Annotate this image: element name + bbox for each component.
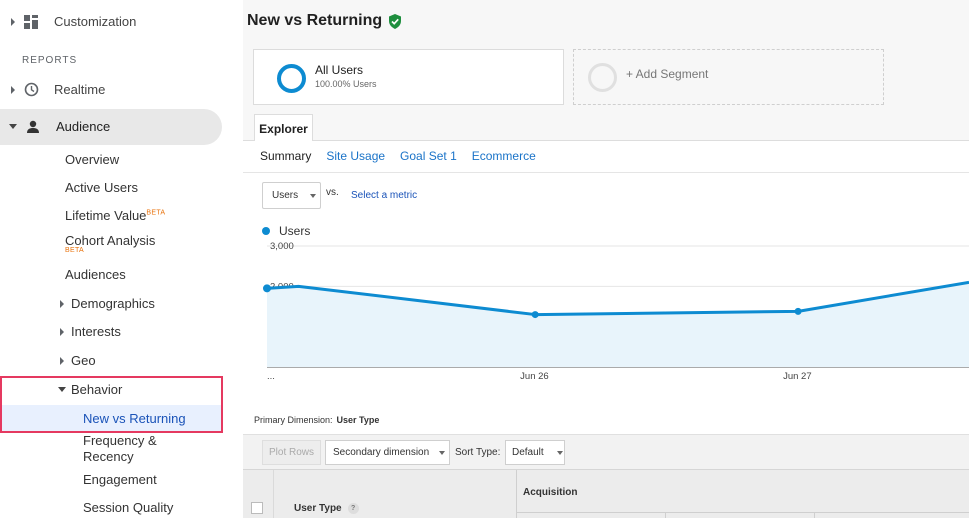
segment-ring-icon [277, 64, 306, 93]
expand-arrow-icon[interactable] [11, 17, 15, 26]
subtab-summary[interactable]: Summary [260, 149, 311, 163]
subtab-site-usage[interactable]: Site Usage [326, 149, 385, 163]
sort-type-dropdown[interactable]: Default [505, 440, 565, 465]
sidebar-item-new-vs-returning[interactable]: New vs Returning [83, 411, 186, 426]
column-header-user-type[interactable]: User Type ? [294, 503, 359, 514]
sidebar-label: Behavior [71, 382, 123, 397]
person-icon [27, 120, 39, 133]
sidebar-item-active-users[interactable]: Active Users [65, 180, 138, 195]
legend-dot-icon [262, 227, 270, 235]
legend-label: Users [279, 224, 311, 238]
column-divider [516, 470, 517, 518]
sidebar: Customization REPORTS Realtime Audience … [0, 0, 243, 518]
primary-dimension-value: User Type [336, 415, 380, 425]
sidebar-item-engagement[interactable]: Engagement [83, 472, 157, 487]
beta-badge: BETA [65, 247, 84, 254]
subtab-divider [243, 172, 969, 173]
main-content: New vs Returning All Users 100.00% Users… [243, 0, 969, 518]
add-segment-button[interactable]: + Add Segment [573, 49, 884, 105]
sidebar-item-lifetime-value[interactable]: Lifetime ValueBETA [65, 208, 165, 223]
sidebar-item-session-quality[interactable]: Session Quality [83, 500, 173, 515]
sidebar-label: Geo [71, 353, 96, 368]
tab-explorer[interactable]: Explorer [254, 114, 313, 142]
sidebar-item-overview[interactable]: Overview [65, 152, 119, 167]
users-chart[interactable]: 1,0002,0003,000...Jun 26Jun 27 [243, 241, 969, 391]
chevron-down-icon [439, 450, 446, 455]
sidebar-item-geo[interactable]: Geo [60, 353, 96, 368]
segment-name: All Users [315, 63, 364, 77]
column-group-acquisition: Acquisition [523, 487, 578, 498]
sidebar-label: Realtime [54, 82, 106, 97]
sidebar-item-cohort-analysis[interactable]: Cohort Analysis BETA [65, 233, 155, 254]
sidebar-label: Customization [54, 14, 137, 29]
chevron-down-icon [556, 450, 563, 455]
subtab-ecommerce[interactable]: Ecommerce [472, 149, 536, 163]
table-header: User Type ? Acquisition [243, 469, 969, 518]
expand-arrow-icon[interactable] [60, 356, 64, 365]
collapse-arrow-icon[interactable] [58, 387, 66, 392]
sidebar-item-audience[interactable]: Audience [9, 119, 110, 134]
sidebar-label: Interests [71, 324, 121, 339]
primary-dimension: Primary Dimension: User Type [254, 415, 379, 425]
sidebar-label: Recency [83, 449, 134, 464]
sidebar-label: Demographics [71, 296, 155, 311]
expand-arrow-icon[interactable] [60, 327, 64, 336]
dashboard-grid-icon [24, 14, 38, 29]
chevron-down-icon [310, 193, 317, 198]
sidebar-item-demographics[interactable]: Demographics [60, 296, 155, 311]
segment-placeholder-ring-icon [588, 63, 617, 92]
vs-label: vs. [326, 187, 339, 198]
segment-percentage: 100.00% Users [315, 79, 377, 89]
help-icon[interactable]: ? [347, 503, 359, 514]
beta-badge: BETA [146, 209, 166, 217]
sidebar-item-audiences[interactable]: Audiences [65, 267, 126, 282]
chart-legend: Users [262, 224, 310, 238]
y-tick-label: 3,000 [270, 241, 294, 252]
column-group-divider [516, 512, 969, 513]
secondary-dimension-label: Secondary dimension [333, 447, 430, 458]
subtab-bar: Summary Site Usage Goal Set 1 Ecommerce [260, 149, 551, 163]
x-tick-label: Jun 27 [783, 371, 812, 382]
x-tick-label: Jun 26 [520, 371, 549, 382]
metric-dropdown-value: Users [272, 190, 299, 201]
sidebar-item-behavior[interactable]: Behavior [58, 382, 122, 397]
page-title-text: New vs Returning [247, 12, 383, 29]
verified-shield-icon [389, 13, 402, 29]
plot-rows-button[interactable]: Plot Rows [262, 440, 321, 465]
column-divider [814, 512, 815, 518]
secondary-dimension-dropdown[interactable]: Secondary dimension [325, 440, 450, 465]
expand-arrow-icon[interactable] [11, 85, 15, 94]
reports-header: REPORTS [22, 55, 78, 66]
sidebar-item-customization[interactable]: Customization [11, 14, 136, 29]
metric-dropdown[interactable]: Users [262, 182, 321, 209]
data-point[interactable] [263, 284, 271, 293]
sort-type-label: Sort Type: [455, 447, 501, 458]
segment-all-users[interactable]: All Users 100.00% Users [253, 49, 564, 105]
sidebar-label: Frequency & [83, 433, 157, 448]
sidebar-label: Lifetime Value [65, 208, 147, 223]
clock-icon [24, 82, 39, 97]
explorer-panel: Summary Site Usage Goal Set 1 Ecommerce … [243, 141, 969, 434]
sidebar-item-interests[interactable]: Interests [60, 324, 121, 339]
collapse-arrow-icon[interactable] [9, 124, 17, 129]
sidebar-item-realtime[interactable]: Realtime [11, 82, 105, 97]
sidebar-label: Cohort Analysis [65, 233, 156, 248]
sidebar-label: Audience [56, 119, 111, 134]
data-point[interactable] [794, 307, 802, 315]
expand-arrow-icon[interactable] [60, 299, 64, 308]
column-header-label: User Type [294, 503, 342, 514]
select-metric-link[interactable]: Select a metric [351, 190, 417, 201]
column-divider [665, 512, 666, 518]
sidebar-item-frequency-recency[interactable]: Frequency & Recency [83, 433, 157, 465]
sort-type-value: Default [512, 447, 544, 458]
select-all-checkbox[interactable] [251, 502, 263, 514]
primary-dimension-label: Primary Dimension: [254, 415, 333, 425]
add-segment-label: + Add Segment [626, 67, 709, 81]
data-point[interactable] [531, 311, 539, 319]
column-divider [273, 470, 274, 518]
subtab-goal-set-1[interactable]: Goal Set 1 [400, 149, 457, 163]
table-toolbar: Plot Rows Secondary dimension Sort Type:… [243, 434, 969, 469]
x-tick-label: ... [267, 371, 275, 382]
page-title: New vs Returning [247, 12, 402, 30]
